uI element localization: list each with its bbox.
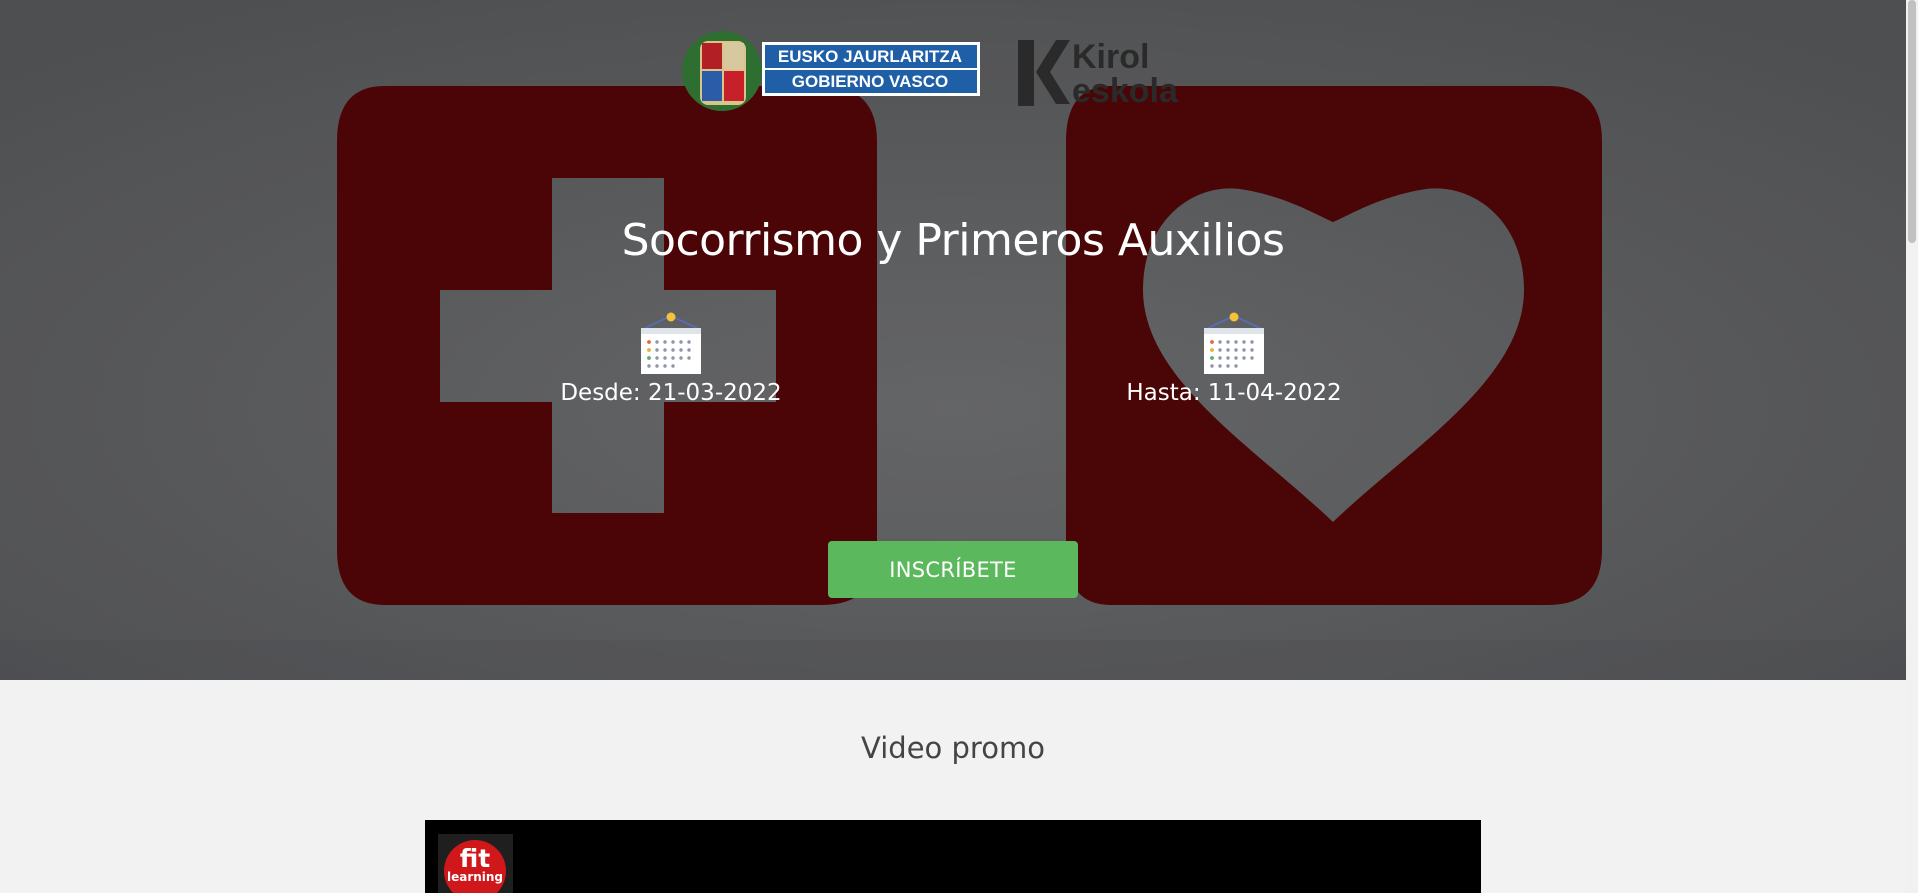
promo-video-player[interactable]: fit learning bbox=[425, 820, 1481, 893]
gov-logo-line1: EUSKO JAURLARITZA bbox=[778, 47, 962, 66]
start-date-block: Desde: 21-03-2022 bbox=[541, 312, 801, 406]
end-date-block: Hasta: 11-04-2022 bbox=[1104, 312, 1364, 406]
avatar-line1: fit bbox=[459, 844, 491, 873]
start-date: Desde: 21-03-2022 bbox=[560, 380, 782, 406]
scrollbar-thumb[interactable] bbox=[1908, 0, 1916, 243]
fit-learning-logo: fit learning bbox=[444, 840, 506, 893]
calendar-icon bbox=[1204, 312, 1264, 374]
hero-banner: EUSKO JAURLARITZA GOBIERNO VASCO Kirol e… bbox=[0, 0, 1906, 680]
kirol-logo-line2: eskola bbox=[1072, 72, 1179, 110]
video-section-title: Video promo bbox=[861, 731, 1045, 765]
channel-avatar[interactable]: fit learning bbox=[438, 834, 513, 893]
gov-logo-line2: GOBIERNO VASCO bbox=[792, 72, 948, 91]
avatar-line2: learning bbox=[446, 870, 504, 884]
gobierno-vasco-logo: EUSKO JAURLARITZA GOBIERNO VASCO bbox=[682, 31, 980, 111]
course-title: Socorrismo y Primeros Auxilios bbox=[621, 215, 1285, 267]
signup-button[interactable]: INSCRÍBETE bbox=[828, 541, 1078, 598]
vertical-scrollbar[interactable] bbox=[1906, 0, 1918, 893]
end-date: Hasta: 11-04-2022 bbox=[1126, 380, 1342, 406]
kirol-logo-line1: Kirol bbox=[1072, 38, 1149, 76]
kirol-eskola-logo: Kirol eskola bbox=[1018, 38, 1179, 110]
calendar-icon bbox=[641, 312, 701, 374]
page: EUSKO JAURLARITZA GOBIERNO VASCO Kirol e… bbox=[0, 0, 1906, 893]
